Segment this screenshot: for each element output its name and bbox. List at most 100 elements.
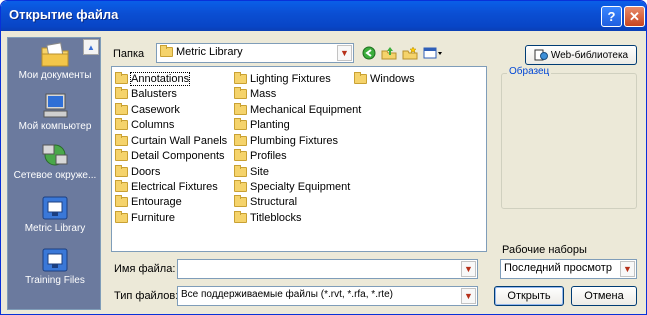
place-label: Мои документы [18,70,92,81]
folder-icon [115,210,128,223]
title-bar[interactable]: Открытие файла ? ✕ [1,1,646,31]
worksets-value: Последний просмотр [504,262,612,274]
place-network[interactable]: Сетевое окруже... [8,142,102,181]
list-item[interactable]: Balusters [115,86,177,101]
list-item[interactable]: Site [234,164,269,179]
list-item[interactable]: Specialty Equipment [234,179,350,194]
place-metric-library[interactable]: Metric Library [8,195,102,234]
chevron-down-icon[interactable]: ▼ [461,261,476,277]
help-button[interactable]: ? [601,6,622,27]
list-item-label: Planting [250,118,290,131]
web-library-button[interactable]: Web-библиотека [525,45,637,65]
list-item-label: Columns [131,118,175,131]
cancel-button[interactable]: Отмена [571,286,637,306]
views-menu-button[interactable] [422,44,444,62]
filetype-label: Тип файлов: [114,290,179,302]
list-item-label: Balusters [131,87,177,100]
new-folder-button[interactable] [401,44,419,62]
my-computer-icon [43,93,68,118]
list-item[interactable]: Planting [234,117,290,132]
back-arrow-icon [362,46,376,60]
list-item[interactable]: Windows [354,71,415,86]
web-library-icon [534,49,548,61]
open-file-dialog: Открытие файла ? ✕ ▲ Мои документы Мой к… [0,0,647,315]
list-item[interactable]: Mechanical Equipment [234,102,361,117]
close-button[interactable]: ✕ [624,6,645,27]
list-item[interactable]: Structural [234,194,297,209]
list-item[interactable]: Profiles [234,148,287,163]
place-my-documents[interactable]: Мои документы [8,42,102,81]
back-button[interactable] [360,44,378,62]
place-label: Training Files [25,275,85,286]
list-item-label: Entourage [131,195,182,208]
close-icon: ✕ [629,8,640,24]
preview-title: Образец [507,66,552,77]
list-item[interactable]: Annotations [115,71,191,86]
folder-icon [115,102,128,115]
chevron-down-icon[interactable]: ▼ [461,288,476,304]
place-my-computer[interactable]: Мой компьютер [8,93,102,132]
list-item-label: Electrical Fixtures [131,180,218,193]
place-label: Мой компьютер [18,121,92,132]
list-item-label: Site [250,165,269,178]
list-item[interactable]: Lighting Fixtures [234,71,331,86]
filename-input[interactable]: ▼ [177,259,478,279]
folder-icon [234,71,247,84]
list-item[interactable]: Casework [115,102,180,117]
up-folder-button[interactable] [380,44,398,62]
help-icon: ? [607,9,616,24]
network-places-icon [42,144,68,166]
web-library-label: Web-библиотека [550,49,629,61]
dialog-title: Открытие файла [9,7,119,22]
folder-icon [234,117,247,130]
place-training-files[interactable]: Training Files [8,247,102,286]
list-item[interactable]: Detail Components [115,148,225,163]
list-item[interactable]: Curtain Wall Panels [115,133,227,148]
filetype-combobox[interactable]: Все поддерживаемые файлы (*.rvt, *.rfa, … [177,286,478,306]
folder-icon [160,45,173,57]
cancel-button-label: Отмена [584,290,624,302]
new-folder-icon [402,46,418,60]
list-item-label: Casework [131,103,180,116]
open-button[interactable]: Открыть [494,286,564,306]
places-bar: ▲ Мои документы Мой компьютер Сетевое ок… [7,37,101,310]
list-item-label: Detail Components [131,149,225,162]
folder-icon [115,194,128,207]
folder-icon [115,148,128,161]
list-item[interactable]: Doors [115,164,160,179]
place-label: Metric Library [24,223,86,234]
list-item[interactable]: Titleblocks [234,210,302,225]
folder-icon [234,194,247,207]
worksets-combobox[interactable]: Последний просмотр ▼ [500,259,637,279]
list-item-label: Windows [370,72,415,85]
list-item-label: Titleblocks [250,211,302,224]
worksets-label: Рабочие наборы [502,244,587,256]
folder-icon [115,71,128,84]
list-item-label: Curtain Wall Panels [131,134,228,147]
file-list[interactable]: Annotations Balusters Casework Columns C… [111,66,487,252]
folder-icon [354,71,367,84]
folder-icon [234,148,247,161]
open-button-label: Открыть [507,290,551,302]
folder-icon [234,133,247,146]
folder-icon [234,164,247,177]
list-item[interactable]: Plumbing Fixtures [234,133,338,148]
lookin-value: Metric Library [176,46,243,58]
library-icon [42,248,68,272]
my-documents-icon [41,42,69,67]
list-item[interactable]: Columns [115,117,174,132]
list-item[interactable]: Mass [234,86,276,101]
chevron-down-icon[interactable]: ▼ [620,261,635,277]
filetype-value: Все поддерживаемые файлы (*.rvt, *.rfa, … [181,289,393,300]
list-item[interactable]: Furniture [115,210,175,225]
library-icon [42,196,68,220]
folder-icon [234,210,247,223]
list-item-label: Structural [250,195,298,208]
list-item[interactable]: Electrical Fixtures [115,179,218,194]
chevron-down-icon[interactable]: ▼ [337,45,352,61]
list-item[interactable]: Entourage [115,194,182,209]
lookin-combobox[interactable]: Metric Library ▼ [156,43,354,63]
views-icon [423,47,442,59]
place-label: Сетевое окруже... [13,170,97,181]
filename-label: Имя файла: [114,263,176,275]
